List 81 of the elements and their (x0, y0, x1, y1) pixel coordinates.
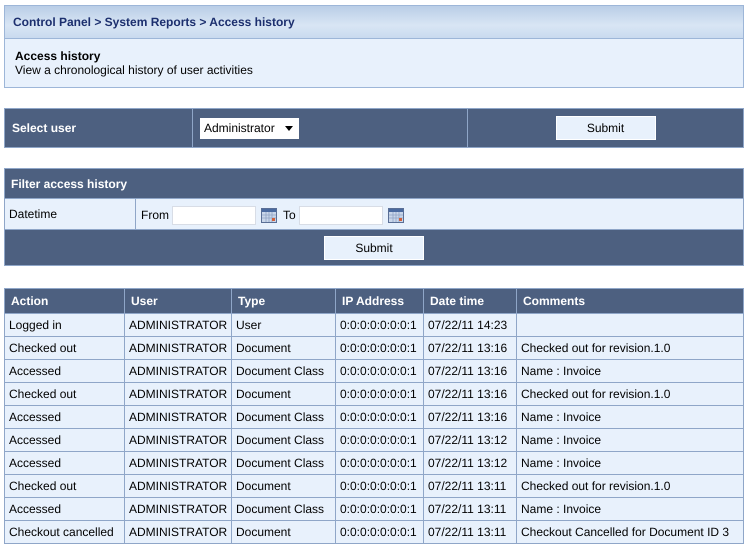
table-cell: Checked out (4, 336, 124, 360)
caret-icon (284, 126, 293, 130)
table-cell: Document Class (232, 452, 336, 474)
table-cell: Accessed (4, 452, 124, 474)
table-cell: 0:0:0:0:0:0:0:1 (336, 452, 424, 474)
table-cell: 07/22/11 13:16 (424, 336, 516, 360)
table-cell: Accessed (4, 498, 124, 520)
table-cell: ADMINISTRATOR (124, 428, 232, 452)
table-cell: 0:0:0:0:0:0:0:1 (336, 314, 424, 336)
column-header: IP Address (336, 288, 424, 314)
column-header: Action (4, 288, 124, 314)
table-cell: 0:0:0:0:0:0:0:1 (336, 360, 424, 382)
table-cell: Name : Invoice (516, 406, 744, 428)
column-header: Date time (424, 288, 516, 314)
table-cell: 07/22/11 13:11 (424, 474, 516, 498)
table-cell: Checked out (4, 474, 124, 498)
column-header: Comments (516, 288, 744, 314)
table-cell: ADMINISTRATOR (124, 314, 232, 336)
table-cell: Logged in (4, 314, 124, 336)
table-cell: ADMINISTRATOR (124, 382, 232, 406)
page-title: Access history (15, 49, 102, 63)
table-cell: Checked out for revision.1.0 (516, 382, 744, 406)
select-user-label: Select user (12, 121, 76, 135)
table-cell: ADMINISTRATOR (124, 474, 232, 498)
table-cell: 07/22/11 14:23 (424, 314, 516, 336)
table-cell: ADMINISTRATOR (124, 452, 232, 474)
table-cell: 07/22/11 13:16 (424, 406, 516, 428)
table-cell: 0:0:0:0:0:0:0:1 (336, 474, 424, 498)
table-cell: Document (232, 474, 336, 498)
breadcrumb: Control Panel > System Reports > Access history (5, 6, 743, 39)
table-cell: Name : Invoice (516, 360, 744, 382)
table-cell: User (232, 314, 336, 336)
filter-title: Filter access history (11, 176, 128, 190)
datetime-label: Datetime (9, 207, 58, 221)
table-cell: Name : Invoice (516, 428, 744, 452)
from-date-field[interactable] (172, 206, 256, 224)
table-cell: Document Class (232, 406, 336, 428)
table-cell: Document Class (232, 360, 336, 382)
table-cell: Checked out for revision.1.0 (516, 474, 744, 498)
table-cell: 0:0:0:0:0:0:0:1 (336, 382, 424, 406)
table-cell: Checked out for revision.1.0 (516, 336, 744, 360)
table-cell: Document (232, 520, 336, 544)
table-cell: 0:0:0:0:0:0:0:1 (336, 428, 424, 452)
table-cell: ADMINISTRATOR (124, 406, 232, 428)
table-cell: 07/22/11 13:12 (424, 428, 516, 452)
user-dropdown[interactable]: Administrator (200, 118, 299, 138)
table-cell: Document (232, 336, 336, 360)
column-header: Type (232, 288, 336, 314)
table-cell: Accessed (4, 360, 124, 382)
table-cell: ADMINISTRATOR (124, 498, 232, 520)
table-cell: Name : Invoice (516, 452, 744, 474)
table-cell: 0:0:0:0:0:0:0:1 (336, 520, 424, 544)
from-label: From (141, 208, 169, 222)
table-cell: Checked out (4, 382, 124, 406)
submit-button[interactable]: Submit (556, 116, 656, 140)
table-cell: 07/22/11 13:12 (424, 452, 516, 474)
table-cell: Document Class (232, 428, 336, 452)
table-cell: ADMINISTRATOR (124, 520, 232, 544)
table-cell: 07/22/11 13:11 (424, 498, 516, 520)
submit-button[interactable]: Submit (324, 236, 424, 260)
to-date-field[interactable] (298, 206, 383, 224)
table-cell: Checkout Cancelled for Document ID 3 (516, 520, 744, 544)
table-cell: Document (232, 382, 336, 406)
table-cell: Accessed (4, 406, 124, 428)
table-cell: Accessed (4, 428, 124, 452)
table-cell: 07/22/11 13:11 (424, 520, 516, 544)
table-cell: Checkout cancelled (4, 520, 124, 544)
calendar-icon[interactable] (261, 208, 277, 222)
to-label: To (283, 208, 296, 222)
page-description: View a chronological history of user activities (15, 63, 254, 77)
column-header: User (124, 288, 232, 314)
table-cell: ADMINISTRATOR (124, 360, 232, 382)
table-cell: 07/22/11 13:16 (424, 360, 516, 382)
calendar-icon[interactable] (388, 208, 404, 222)
table-cell: ADMINISTRATOR (124, 336, 232, 360)
table-cell: Name : Invoice (516, 498, 744, 520)
table-cell: 07/22/11 13:16 (424, 382, 516, 406)
table-cell: 0:0:0:0:0:0:0:1 (336, 406, 424, 428)
table-cell: Document Class (232, 498, 336, 520)
table-cell: 0:0:0:0:0:0:0:1 (336, 336, 424, 360)
table-cell: 0:0:0:0:0:0:0:1 (336, 498, 424, 520)
